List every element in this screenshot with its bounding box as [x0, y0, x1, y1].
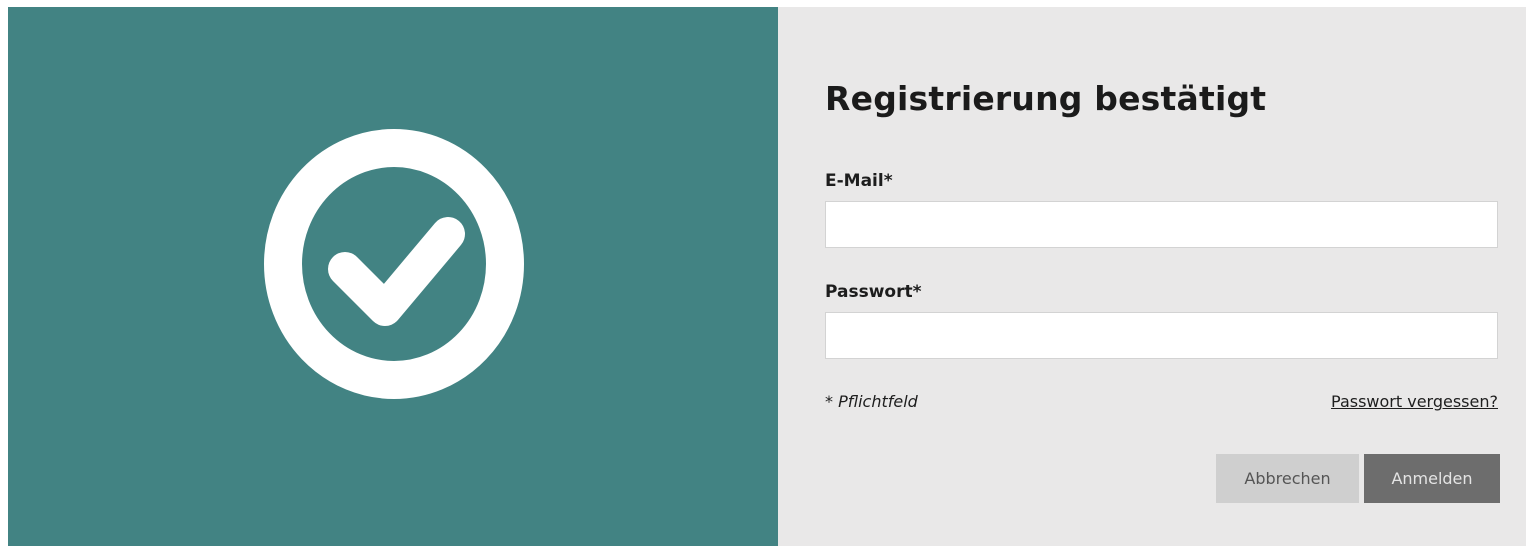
login-form: Registrierung bestätigt E-Mail* Passwort… [778, 7, 1526, 546]
email-label: E-Mail* [825, 171, 893, 191]
password-field[interactable] [825, 312, 1498, 359]
cancel-button[interactable]: Abbrechen [1216, 454, 1359, 503]
check-circle-icon [263, 128, 525, 400]
password-label: Passwort* [825, 282, 922, 302]
required-field-note: * Pflichtfeld [825, 392, 918, 411]
page-title: Registrierung bestätigt [825, 79, 1267, 118]
login-button[interactable]: Anmelden [1364, 454, 1500, 503]
email-field[interactable] [825, 201, 1498, 248]
confirmation-panel [8, 7, 778, 546]
forgot-password-link[interactable]: Passwort vergessen? [1331, 392, 1498, 411]
registration-dialog: Registrierung bestätigt E-Mail* Passwort… [8, 7, 1526, 546]
